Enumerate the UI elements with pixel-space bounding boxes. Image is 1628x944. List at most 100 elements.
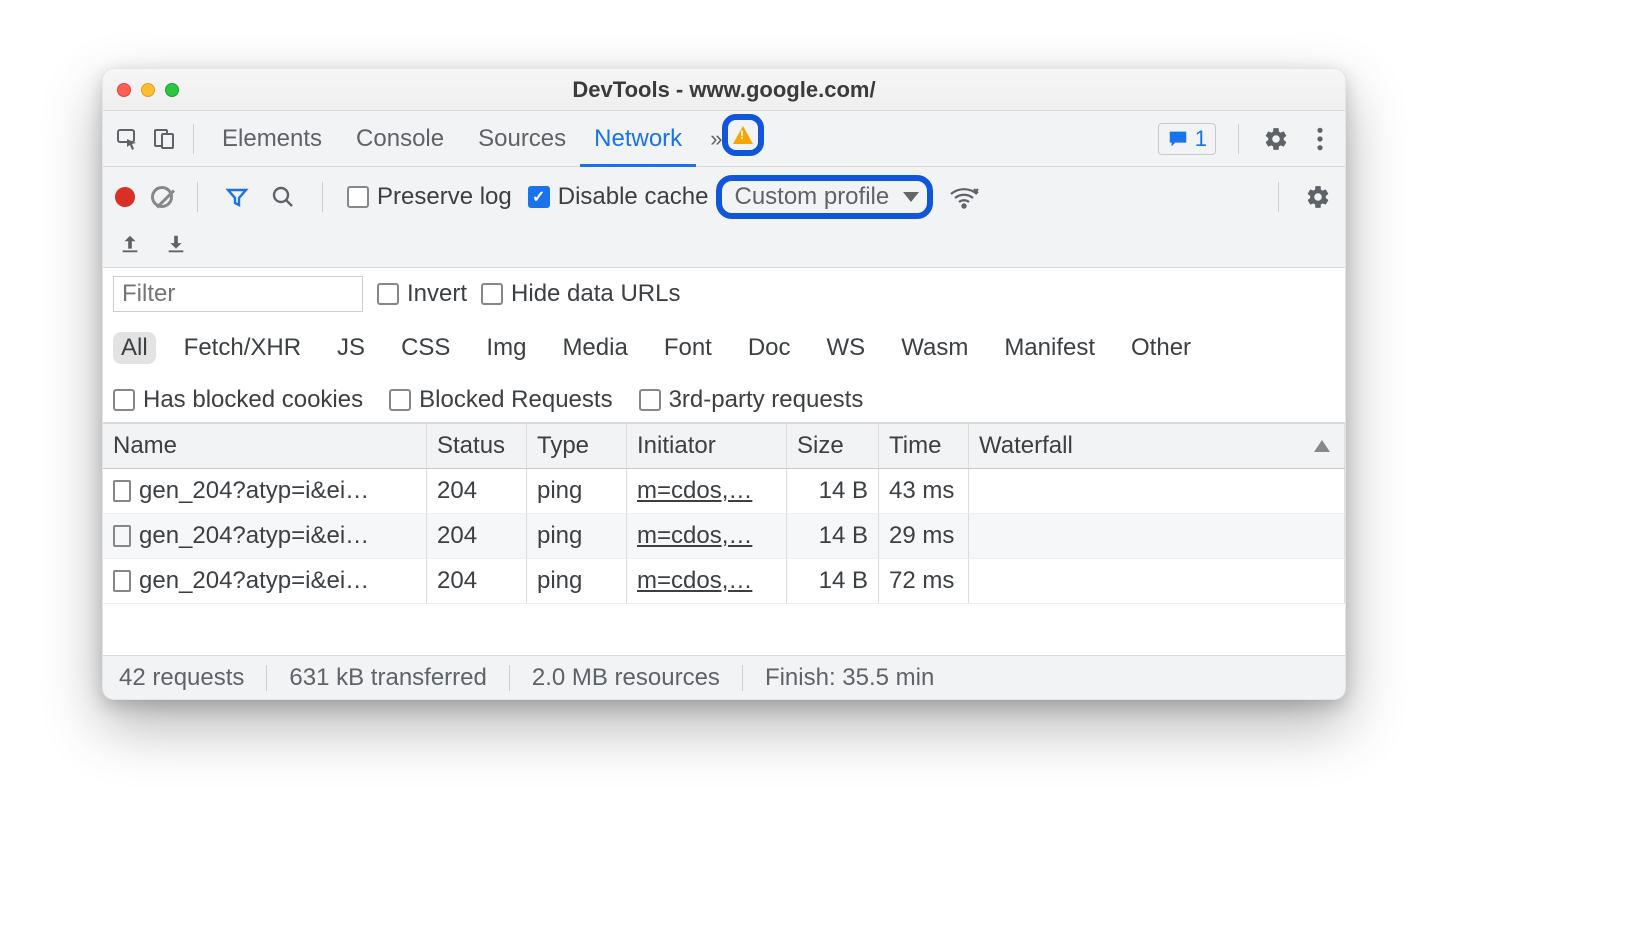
throttling-value: Custom profile — [734, 183, 889, 211]
tab-network[interactable]: Network — [580, 111, 696, 167]
tab-elements[interactable]: Elements — [208, 111, 336, 167]
cell-initiator[interactable]: m=cdos,… — [637, 522, 752, 549]
cell-time: 72 ms — [879, 559, 969, 603]
filter-input[interactable] — [113, 276, 363, 312]
window-controls — [117, 83, 179, 97]
checkbox-icon — [481, 283, 503, 305]
type-filter-js[interactable]: JS — [329, 332, 373, 364]
filter-row: Invert Hide data URLs All Fetch/XHR JS C… — [103, 268, 1345, 423]
type-filter-row: All Fetch/XHR JS CSS Img Media Font Doc … — [113, 326, 1335, 364]
checkbox-icon — [347, 186, 369, 208]
checkbox-icon — [113, 389, 135, 411]
third-party-checkbox[interactable]: 3rd-party requests — [639, 386, 864, 414]
col-initiator[interactable]: Initiator — [627, 424, 787, 468]
network-toolbar: Preserve log Disable cache Custom profil… — [103, 167, 1345, 268]
type-filter-wasm[interactable]: Wasm — [893, 332, 976, 364]
chevron-down-icon — [903, 192, 919, 202]
col-time[interactable]: Time — [879, 424, 969, 468]
checkbox-icon — [389, 389, 411, 411]
separator — [1238, 124, 1239, 154]
filter-toggle-icon[interactable] — [222, 182, 252, 212]
network-settings-icon[interactable] — [1303, 182, 1333, 212]
table-row[interactable]: gen_204?atyp=i&ei… 204 ping m=cdos,… 14 … — [103, 559, 1345, 604]
search-icon[interactable] — [268, 182, 298, 212]
tabs-right-cluster: 1 — [1158, 123, 1335, 155]
device-toolbar-icon[interactable] — [149, 124, 179, 154]
cell-initiator[interactable]: m=cdos,… — [637, 477, 752, 504]
cell-size: 14 B — [787, 469, 879, 513]
tab-sources[interactable]: Sources — [464, 111, 580, 167]
separator — [193, 124, 194, 154]
tab-label: Console — [356, 125, 444, 153]
cell-name: gen_204?atyp=i&ei… — [139, 567, 369, 595]
separator — [742, 665, 743, 691]
upload-har-icon[interactable] — [115, 229, 145, 259]
throttling-select[interactable]: Custom profile — [716, 175, 933, 219]
separator — [509, 665, 510, 691]
tab-label: Elements — [222, 125, 322, 153]
cell-waterfall — [969, 514, 1345, 558]
zoom-window-button[interactable] — [165, 83, 179, 97]
third-party-label: 3rd-party requests — [669, 386, 864, 414]
minimize-window-button[interactable] — [141, 83, 155, 97]
type-filter-img[interactable]: Img — [478, 332, 534, 364]
type-filter-css[interactable]: CSS — [393, 332, 458, 364]
issues-badge[interactable]: 1 — [1158, 123, 1216, 155]
issues-count: 1 — [1195, 126, 1207, 152]
col-type[interactable]: Type — [527, 424, 627, 468]
col-size[interactable]: Size — [787, 424, 879, 468]
record-button[interactable] — [115, 187, 135, 207]
type-filter-fetch[interactable]: Fetch/XHR — [176, 332, 309, 364]
hide-data-urls-label: Hide data URLs — [511, 280, 680, 308]
extra-filters-row: Has blocked cookies Blocked Requests 3rd… — [113, 378, 1335, 414]
document-icon — [113, 570, 131, 592]
col-name[interactable]: Name — [103, 424, 427, 468]
disable-cache-checkbox[interactable]: Disable cache — [528, 183, 709, 211]
table-row[interactable]: gen_204?atyp=i&ei… 204 ping m=cdos,… 14 … — [103, 514, 1345, 559]
col-waterfall[interactable]: Waterfall — [969, 424, 1345, 468]
preserve-log-checkbox[interactable]: Preserve log — [347, 183, 512, 211]
status-bar: 42 requests 631 kB transferred 2.0 MB re… — [103, 655, 1345, 699]
type-filter-doc[interactable]: Doc — [740, 332, 799, 364]
window-title: DevTools - www.google.com/ — [103, 77, 1345, 103]
blocked-requests-checkbox[interactable]: Blocked Requests — [389, 386, 612, 414]
type-filter-media[interactable]: Media — [554, 332, 635, 364]
tab-console[interactable]: Console — [342, 111, 458, 167]
requests-table: Name Status Type Initiator Size Time Wat… — [103, 423, 1345, 655]
type-filter-font[interactable]: Font — [656, 332, 720, 364]
cell-name: gen_204?atyp=i&ei… — [139, 522, 369, 550]
invert-checkbox[interactable]: Invert — [377, 280, 467, 308]
inspect-element-icon[interactable] — [113, 124, 143, 154]
devtools-window: DevTools - www.google.com/ Elements Cons… — [102, 68, 1346, 700]
close-window-button[interactable] — [117, 83, 131, 97]
cell-waterfall — [969, 469, 1345, 513]
separator — [1278, 182, 1279, 212]
document-icon — [113, 525, 131, 547]
col-status[interactable]: Status — [427, 424, 527, 468]
table-body: gen_204?atyp=i&ei… 204 ping m=cdos,… 14 … — [103, 469, 1345, 604]
more-menu-icon[interactable] — [1305, 124, 1335, 154]
titlebar: DevTools - www.google.com/ — [103, 69, 1345, 111]
table-row[interactable]: gen_204?atyp=i&ei… 204 ping m=cdos,… 14 … — [103, 469, 1345, 514]
cell-type: ping — [527, 469, 627, 513]
cell-initiator[interactable]: m=cdos,… — [637, 567, 752, 594]
status-finish: Finish: 35.5 min — [765, 664, 934, 692]
table-header: Name Status Type Initiator Size Time Wat… — [103, 423, 1345, 469]
clear-button[interactable] — [151, 186, 173, 208]
network-conditions-icon[interactable] — [949, 182, 979, 212]
type-filter-all[interactable]: All — [113, 332, 156, 364]
has-blocked-cookies-checkbox[interactable]: Has blocked cookies — [113, 386, 363, 414]
hide-data-urls-checkbox[interactable]: Hide data URLs — [481, 280, 680, 308]
warning-indicator[interactable] — [722, 114, 764, 156]
download-har-icon[interactable] — [161, 229, 191, 259]
invert-label: Invert — [407, 280, 467, 308]
cell-time: 43 ms — [879, 469, 969, 513]
cell-type: ping — [527, 559, 627, 603]
type-filter-ws[interactable]: WS — [819, 332, 874, 364]
issues-icon — [1167, 128, 1189, 150]
settings-icon[interactable] — [1261, 124, 1291, 154]
type-filter-manifest[interactable]: Manifest — [996, 332, 1103, 364]
separator — [266, 665, 267, 691]
cell-status: 204 — [427, 514, 527, 558]
type-filter-other[interactable]: Other — [1123, 332, 1199, 364]
